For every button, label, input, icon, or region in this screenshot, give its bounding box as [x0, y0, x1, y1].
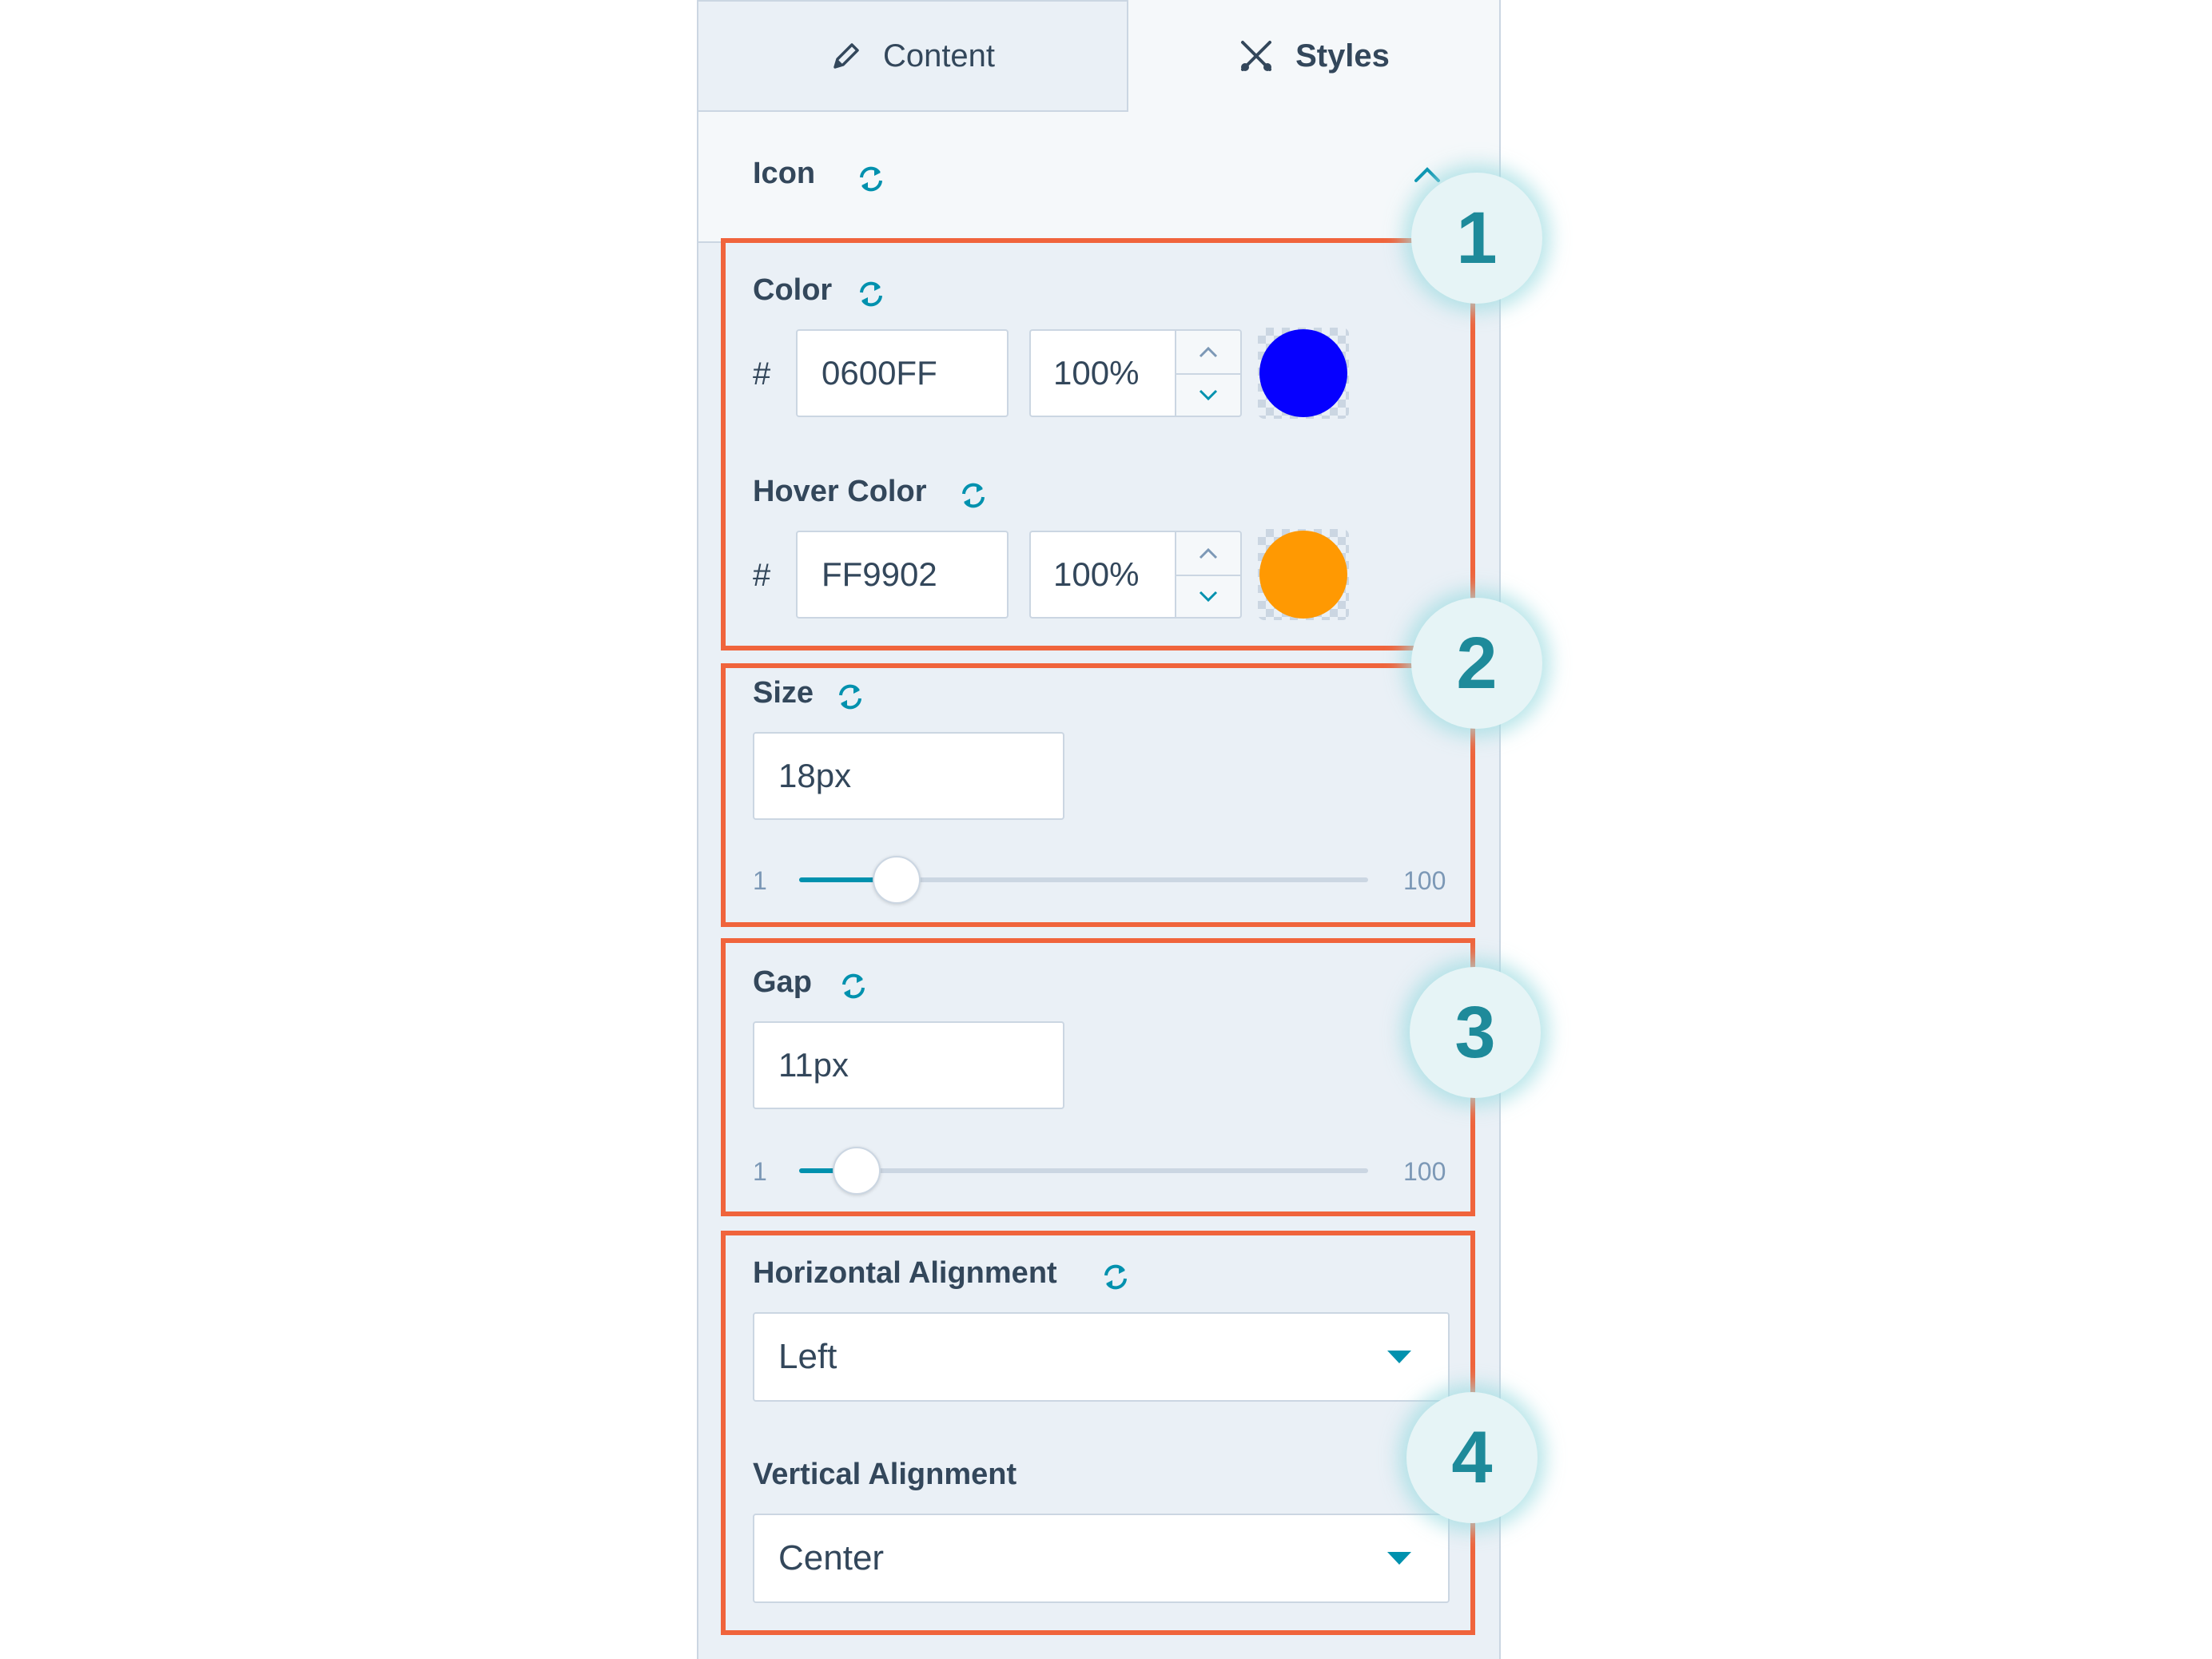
- reset-icon[interactable]: [855, 163, 887, 195]
- chevron-up-icon[interactable]: [1413, 165, 1442, 184]
- icon-section-header[interactable]: [698, 112, 1499, 243]
- pencil-icon: [830, 40, 862, 72]
- callout-box-gap: [721, 938, 1475, 1216]
- callout-box-color: [721, 238, 1475, 650]
- brush-scissors-icon: [1238, 38, 1275, 74]
- callout-badge-4: 4: [1406, 1392, 1538, 1523]
- callout-badge-1: 1: [1411, 173, 1542, 304]
- callout-badge-3: 3: [1410, 967, 1541, 1098]
- section-title: Icon: [753, 157, 816, 190]
- callout-box-size: [721, 663, 1475, 927]
- tab-content-label: Content: [882, 38, 996, 74]
- tab-content[interactable]: Content: [698, 0, 1128, 112]
- tab-styles[interactable]: Styles: [1128, 0, 1499, 112]
- callout-box-alignment: [721, 1231, 1475, 1635]
- tab-bar: Content Styles: [698, 0, 1499, 112]
- tab-styles-label: Styles: [1295, 38, 1390, 74]
- callout-badge-2: 2: [1411, 598, 1542, 729]
